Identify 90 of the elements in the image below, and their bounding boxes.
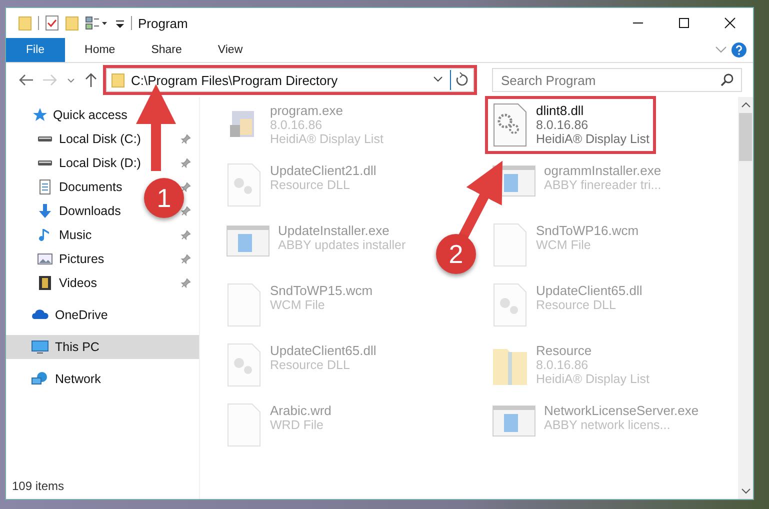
search-field[interactable]: Search Program [492, 68, 742, 92]
sidebar-item[interactable]: Quick access [6, 103, 132, 127]
picture-icon [37, 251, 53, 267]
scroll-up-icon[interactable] [740, 101, 750, 109]
document-icon [37, 179, 53, 195]
file-detail: WCM File [270, 298, 326, 312]
network-icon [31, 371, 49, 387]
sidebar-item[interactable]: Network [6, 367, 105, 391]
sidebar-label: Videos [59, 276, 97, 290]
file-detail: Resource DLL [536, 298, 617, 312]
search-icon[interactable] [720, 73, 734, 87]
sidebar-item[interactable]: Documents [6, 175, 126, 199]
ribbon-tab[interactable]: File [6, 38, 65, 62]
sidebar-item[interactable]: This PC [6, 335, 199, 359]
file-detail: ABBY network licens... [544, 418, 672, 432]
gear-file-icon [226, 163, 262, 207]
address-bar[interactable]: C:\Program Files\Program Directory [106, 68, 474, 92]
file-detail: HeidiA® Display List [536, 132, 650, 146]
drive-icon [37, 160, 53, 166]
file-name: SndToWP15.wcm [270, 283, 373, 298]
sidebar-item[interactable]: Pictures [6, 247, 108, 271]
sidebar-label: Local Disk (D:) [59, 156, 141, 170]
file-detail: Resource DLL [270, 178, 351, 192]
file-detail: HeidiA® Display List [536, 372, 650, 386]
folder-icon [111, 72, 125, 88]
file-detail: WCM File [536, 238, 592, 252]
sidebar-label: Downloads [59, 204, 121, 218]
address-path: C:\Program Files\Program Directory [131, 72, 339, 88]
download-arrow-icon [37, 203, 53, 219]
file-detail: 8.0.16.86 [536, 118, 590, 132]
expand-ribbon-icon[interactable] [715, 45, 727, 55]
file-name: Arabic.wrd [270, 403, 332, 418]
sidebar-label: This PC [55, 340, 100, 354]
item-count: 109 items [11, 479, 66, 495]
file-name: NetworkLicenseServer.exe [544, 403, 699, 418]
blank-file-icon [226, 283, 262, 327]
file-detail: HeidiA® Display List [270, 132, 384, 146]
folder-icon [18, 15, 32, 31]
application-window-icon [492, 403, 536, 439]
file-detail: WRD File [270, 418, 324, 432]
window-title: Program [138, 16, 188, 30]
scroll-down-icon[interactable] [740, 487, 750, 495]
sidebar-label: Quick access [53, 108, 128, 122]
blank-file-icon [492, 223, 528, 267]
step-number-badge: 1 [144, 178, 184, 218]
file-name: UpdateClient65.dll [536, 283, 642, 298]
file-name: dlint8.dll [536, 103, 585, 118]
file-detail: ABBY finereader tri... [544, 178, 662, 192]
film-strip-icon [37, 275, 53, 291]
back-arrow-icon[interactable] [18, 73, 34, 87]
file-name: SndToWP16.wcm [536, 223, 639, 238]
sidebar-item[interactable]: OneDrive [6, 303, 112, 327]
gear-file-icon [226, 343, 262, 387]
sidebar-label: Network [55, 372, 101, 386]
sidebar-label: Local Disk (C:) [59, 132, 141, 146]
step-number-badge: 2 [436, 234, 476, 274]
file-name: UpdateClient65.dll [270, 343, 376, 358]
view-options-icon[interactable] [85, 15, 109, 31]
sidebar-label: OneDrive [55, 308, 108, 322]
file-name: program.exe [270, 103, 344, 118]
sidebar-item[interactable]: Music [6, 223, 96, 247]
file-item[interactable]: dlint8.dll 8.0.16.86 HeidiA® Display List [488, 99, 654, 151]
sidebar-item[interactable]: Local Disk (D:) [6, 151, 145, 175]
sidebar-label: Pictures [59, 252, 104, 266]
properties-icon[interactable] [45, 15, 59, 31]
gear-file-icon [492, 103, 528, 147]
sidebar-label: Music [59, 228, 92, 242]
star-icon [31, 107, 47, 123]
up-arrow-icon[interactable] [84, 73, 98, 87]
file-name: Resource [536, 343, 593, 358]
monitor-icon [31, 339, 49, 355]
file-name: ogrammInstaller.exe [544, 163, 662, 178]
scrollbar-thumb[interactable] [739, 113, 752, 161]
blank-file-icon [226, 403, 262, 447]
scrollbar[interactable] [738, 97, 753, 499]
sidebar-item[interactable]: Downloads [6, 199, 125, 223]
file-name: UpdateInstaller.exe [278, 223, 390, 238]
sidebar-item[interactable]: Local Disk (C:) [6, 127, 145, 151]
drive-icon [37, 136, 53, 142]
sidebar-label: Documents [59, 180, 122, 194]
file-detail: ABBY updates installer [278, 238, 406, 252]
file-detail: Resource DLL [270, 358, 351, 372]
sidebar-item[interactable]: Videos [6, 271, 101, 295]
gear-file-icon [492, 283, 528, 327]
file-name: UpdateClient21.dll [270, 163, 376, 178]
file-detail: 8.0.16.86 [270, 118, 324, 132]
file-detail: 8.0.16.86 [536, 358, 590, 372]
application-window-icon [226, 223, 270, 259]
application-window-icon [492, 163, 536, 199]
help-icon[interactable] [731, 42, 747, 58]
